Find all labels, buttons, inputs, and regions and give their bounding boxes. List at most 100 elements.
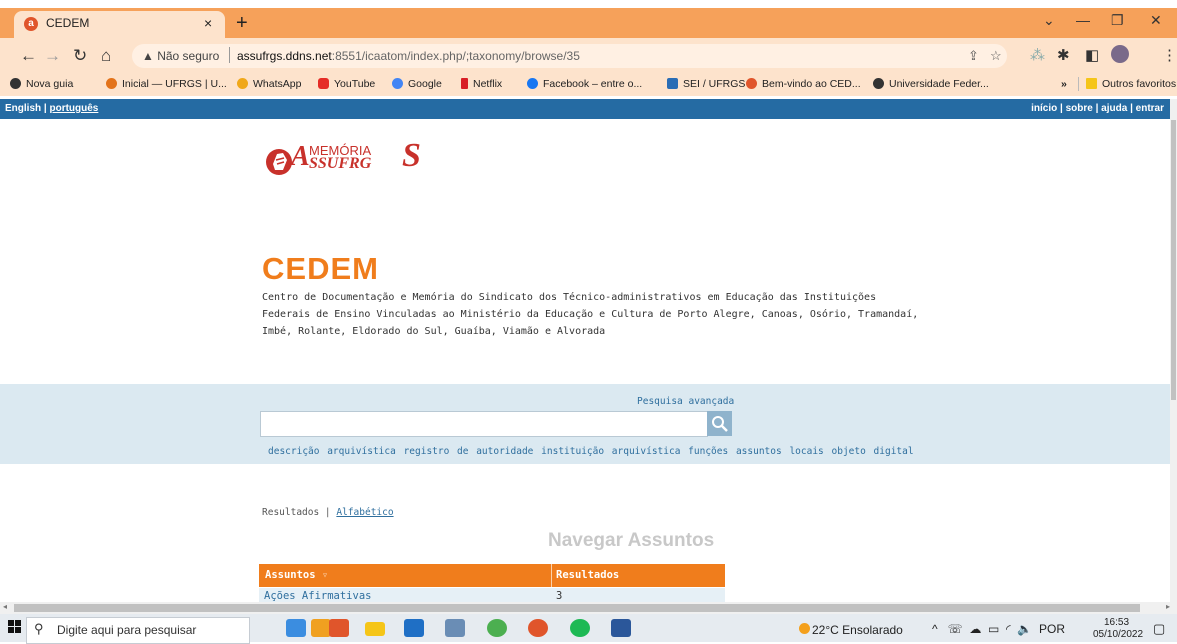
puzzle-extensions-icon[interactable]: ✱	[1057, 46, 1070, 64]
search-input[interactable]	[260, 411, 708, 437]
tab-close-icon[interactable]: ×	[204, 15, 212, 31]
chrome-profile-icon[interactable]	[487, 619, 507, 637]
restore-icon[interactable]: ❐	[1111, 12, 1124, 29]
bookmark-item[interactable]: Universidade Feder...	[873, 78, 989, 90]
sort-results-link[interactable]: Resultados	[262, 507, 319, 518]
file-explorer-icon[interactable]	[365, 622, 385, 636]
notification-icon[interactable]: ▢	[1153, 621, 1165, 637]
lang-portuguese-link[interactable]: português	[49, 103, 98, 114]
new-tab-button[interactable]: +	[236, 12, 248, 35]
bookmark-item[interactable]: Netflix	[461, 78, 502, 90]
link-assuntos[interactable]: assuntos	[736, 446, 782, 457]
minimize-icon[interactable]: —	[1076, 12, 1090, 28]
mail-icon[interactable]	[404, 619, 424, 637]
bookmark-star-icon[interactable]: ☆	[990, 48, 1002, 64]
side-panel-icon[interactable]: ◧	[1085, 46, 1099, 64]
onedrive-icon[interactable]: ☁	[969, 622, 981, 636]
logo-ssufrgs-text: SSUFRG	[309, 155, 372, 172]
share-icon[interactable]: ⇪	[968, 48, 979, 64]
site-top-links[interactable]: início | sobre | ajuda | entrar	[1031, 103, 1164, 114]
bookmark-item[interactable]: Inicial — UFRGS | U...	[106, 78, 227, 90]
tab-search-chevron-icon[interactable]: ⌄	[1043, 12, 1055, 29]
bookmark-item[interactable]: Google	[392, 78, 442, 90]
battery-icon[interactable]: ▭	[988, 622, 999, 636]
link-funcoes[interactable]: funções	[688, 446, 728, 457]
word-icon[interactable]	[611, 619, 631, 637]
system-tray[interactable]: ^ ☏ ☁ ▭ ◜ 🔈 POR	[932, 622, 1065, 636]
tab-title: CEDEM	[46, 16, 90, 30]
menu-kebab-icon[interactable]: ⋮	[1162, 46, 1177, 64]
bookmark-label: Universidade Feder...	[889, 78, 989, 90]
volume-icon[interactable]: 🔈	[1017, 622, 1032, 636]
scroll-right-icon[interactable]: ▸	[1166, 602, 1170, 611]
bookmark-label: Facebook – entre o...	[543, 78, 643, 90]
sort-toggle: Resultados | Alfabético	[262, 507, 394, 518]
clock-time[interactable]: 16:53	[1104, 617, 1129, 628]
logo-letter-a: A	[291, 141, 310, 172]
meet-icon[interactable]: ☏	[948, 622, 963, 636]
link-objeto-digital[interactable]: objeto digital	[832, 446, 914, 457]
taskbar-search-placeholder: Digite aqui para pesquisar	[57, 623, 197, 637]
people-app-icon[interactable]	[329, 619, 349, 637]
reload-icon[interactable]: ↻	[73, 46, 87, 66]
url-text[interactable]: assufrgs.ddns.net:8551/icaatom/index.php…	[237, 49, 580, 63]
bookmark-label: WhatsApp	[253, 78, 302, 90]
bookmark-item[interactable]: Bem-vindo ao CED...	[746, 78, 861, 90]
forward-arrow-icon[interactable]: →	[44, 46, 61, 66]
bookmark-item[interactable]: Nova guia	[10, 78, 73, 90]
security-warning[interactable]: ▲ Não seguro	[142, 49, 219, 63]
link-registro-de-autoridade[interactable]: registro de autoridade	[404, 446, 534, 457]
wifi-icon[interactable]: ◜	[1006, 622, 1011, 636]
language-indicator[interactable]: POR	[1039, 622, 1065, 636]
column-header-results[interactable]: Resultados	[556, 569, 619, 581]
facebook-icon	[527, 78, 538, 89]
advanced-search-link[interactable]: Pesquisa avançada	[637, 396, 734, 407]
column-header-subjects[interactable]: Assuntos ▿	[265, 569, 328, 581]
bookmark-divider	[1078, 77, 1079, 91]
logo-letter-s: S	[402, 137, 421, 174]
tab-favicon-icon: a	[24, 17, 38, 31]
link-locais[interactable]: locais	[789, 446, 823, 457]
subject-link[interactable]: Ações Afirmativas	[264, 590, 371, 602]
back-arrow-icon[interactable]: ←	[20, 46, 37, 66]
scroll-left-icon[interactable]: ◂	[3, 602, 7, 611]
close-window-icon[interactable]: ✕	[1150, 12, 1162, 29]
network-app-icon[interactable]	[445, 619, 465, 637]
windows-start-icon[interactable]	[8, 620, 22, 638]
url-path: :8551/icaatom/index.php/;taxonomy/browse…	[331, 49, 580, 63]
vertical-scroll-thumb[interactable]	[1171, 120, 1176, 400]
horizontal-scroll-thumb[interactable]	[14, 604, 1140, 612]
other-bookmarks-folder[interactable]: Outros favoritos	[1086, 78, 1176, 90]
lang-english-link[interactable]: English	[5, 103, 41, 114]
extension-icon[interactable]: ⁂	[1030, 46, 1045, 64]
cortana-widget-icon[interactable]	[286, 619, 306, 637]
search-button[interactable]	[707, 411, 732, 436]
bookmark-item[interactable]: WhatsApp	[237, 78, 301, 90]
pencil-app-icon[interactable]	[311, 619, 331, 637]
chrome-icon[interactable]	[528, 619, 548, 637]
folder-icon	[1086, 78, 1097, 89]
sort-alphabetic-link[interactable]: Alfabético	[336, 507, 393, 518]
weather-widget[interactable]: 22°C Ensolarado	[812, 623, 903, 637]
netflix-icon	[461, 78, 468, 89]
link-instituicao-arquivistica[interactable]: instituição arquivística	[541, 446, 680, 457]
home-icon[interactable]: ⌂	[101, 46, 111, 66]
sort-arrow-icon: ▿	[321, 569, 329, 581]
bookmark-label: Netflix	[473, 78, 503, 90]
chevron-up-icon[interactable]: ^	[932, 622, 938, 636]
bookmark-item[interactable]: YouTube	[318, 78, 375, 90]
link-descricao-arquivistica[interactable]: descrição arquivística	[268, 446, 396, 457]
other-bookmarks-label: Outros favoritos	[1102, 78, 1177, 90]
bookmark-label: Nova guia	[26, 78, 74, 90]
more-bookmarks-button[interactable]: »	[1061, 78, 1067, 90]
clock-date[interactable]: 05/10/2022	[1093, 629, 1143, 640]
profile-avatar[interactable]	[1111, 45, 1129, 63]
site-title: CEDEM	[262, 251, 379, 286]
bookmark-item[interactable]: Facebook – entre o...	[527, 78, 642, 90]
spotify-icon[interactable]	[570, 619, 590, 637]
bookmark-item[interactable]: SEI / UFRGS	[667, 78, 745, 90]
language-switcher: English | português	[5, 103, 99, 114]
bookmark-label: Inicial — UFRGS | U...	[122, 78, 227, 90]
col1-label: Assuntos	[265, 569, 316, 581]
bookmark-label: Google	[408, 78, 442, 90]
